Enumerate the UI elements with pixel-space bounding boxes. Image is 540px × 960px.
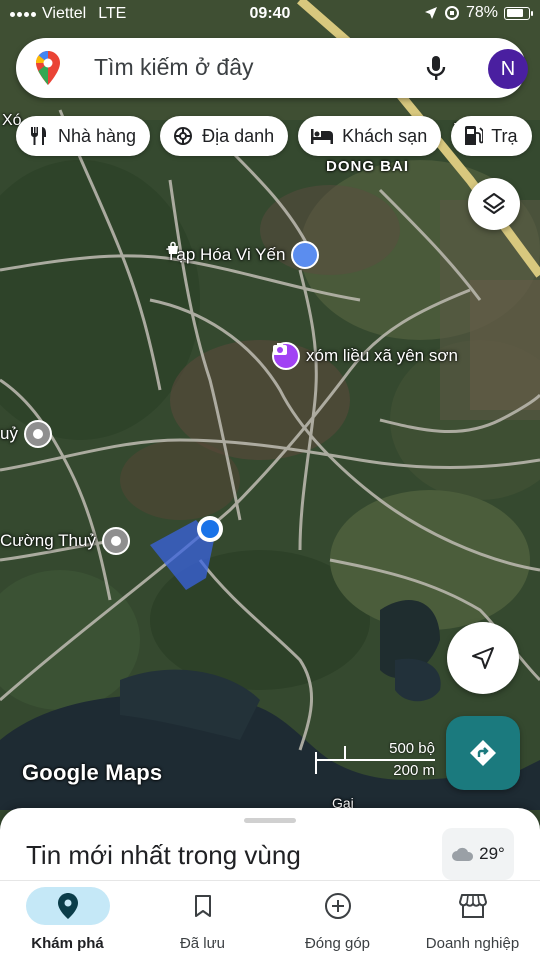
place-tap-hoa-vi-yen[interactable]: Tạp Hóa Vi Yến	[166, 241, 320, 269]
nav-icon-container	[161, 887, 245, 925]
fork-knife-icon	[30, 127, 46, 145]
directions-icon	[470, 740, 496, 766]
chip-restaurants[interactable]: Nhà hàng	[16, 116, 151, 156]
place-uy[interactable]: uỷ	[0, 420, 52, 448]
place-cuong-thuy[interactable]: Cường Thuỷ	[0, 527, 130, 555]
rotation-lock-icon	[444, 6, 459, 20]
avatar[interactable]: N	[488, 49, 528, 89]
my-location-button[interactable]	[447, 622, 519, 694]
nav-icon-container	[431, 887, 515, 925]
camera-icon	[272, 342, 300, 370]
chip-landmarks[interactable]: Địa danh	[160, 116, 289, 156]
nav-saved[interactable]: Đã lưu	[135, 881, 270, 960]
chip-label: Khách sạn	[342, 125, 428, 146]
nav-label: Đã lưu	[179, 935, 226, 952]
nav-explore[interactable]: Khám phá	[0, 881, 135, 960]
nav-label: Doanh nghiệp	[425, 935, 520, 952]
status-bar: Viettel LTE 09:40 78%	[0, 0, 540, 30]
nav-business[interactable]: Doanh nghiệp	[405, 881, 540, 960]
nav-icon-container	[296, 887, 380, 925]
google-maps-pin-icon	[36, 51, 60, 85]
search-input[interactable]	[94, 54, 414, 81]
place-xom-lieu[interactable]: xóm liều xã yên sơn	[272, 342, 458, 370]
location-pin-icon	[57, 893, 78, 919]
nav-label: Khám phá	[31, 935, 104, 952]
chip-label: Nhà hàng	[58, 125, 137, 146]
chip-label: Địa danh	[202, 125, 275, 146]
location-dot-icon	[101, 527, 130, 555]
scale-metric: 200 m	[393, 762, 435, 779]
store-icon	[458, 894, 487, 918]
map-label-dong-bai: DONG BAI	[326, 158, 409, 175]
nav-contribute[interactable]: Đóng góp	[270, 881, 405, 960]
place-name: xóm liều xã yên sơn	[306, 346, 458, 365]
map-scale: 500 bộ 200 m	[315, 738, 439, 779]
status-right: 78%	[424, 4, 533, 22]
temperature: 29°	[479, 844, 505, 863]
weather-chip[interactable]: 29°	[442, 828, 514, 880]
location-arrow-icon	[424, 7, 437, 19]
chip-gas[interactable]: Trạ	[451, 116, 532, 156]
landmark-icon	[174, 127, 193, 145]
bottom-navigation: Khám phá Đã lưu Đóng góp Doanh nghiệp	[0, 880, 540, 960]
battery-percent: 78%	[465, 4, 498, 21]
layers-button[interactable]	[468, 178, 520, 230]
category-chips: Nhà hàng Địa danh Khách sạn Trạ	[16, 116, 532, 156]
battery-icon	[504, 6, 533, 20]
place-name: Tạp Hóa Vi Yến	[166, 245, 286, 264]
shopping-bag-icon	[168, 241, 320, 269]
location-dot-icon	[23, 420, 52, 448]
sheet-title: Tin mới nhất trong vùng	[26, 840, 301, 870]
directions-button[interactable]	[446, 716, 520, 790]
bed-icon	[311, 129, 334, 144]
gas-station-icon	[465, 126, 484, 145]
place-name: uỷ	[0, 424, 18, 443]
layers-icon	[483, 193, 505, 214]
add-circle-icon	[324, 893, 351, 919]
cloud-icon	[452, 847, 474, 861]
chip-label: Trạ	[491, 125, 518, 146]
sheet-drag-handle[interactable]	[244, 818, 296, 823]
nav-icon-container	[25, 887, 110, 925]
bookmark-icon	[194, 895, 211, 917]
google-maps-logo: Google Maps	[22, 760, 163, 785]
chip-hotels[interactable]: Khách sạn	[298, 116, 442, 156]
place-name: Cường Thuỷ	[0, 531, 96, 550]
microphone-icon[interactable]	[421, 53, 451, 83]
navigation-arrow-icon	[472, 647, 494, 669]
nav-label: Đóng góp	[304, 935, 371, 952]
scale-imperial: 500 bộ	[389, 740, 435, 757]
search-bar[interactable]: N	[16, 38, 528, 98]
